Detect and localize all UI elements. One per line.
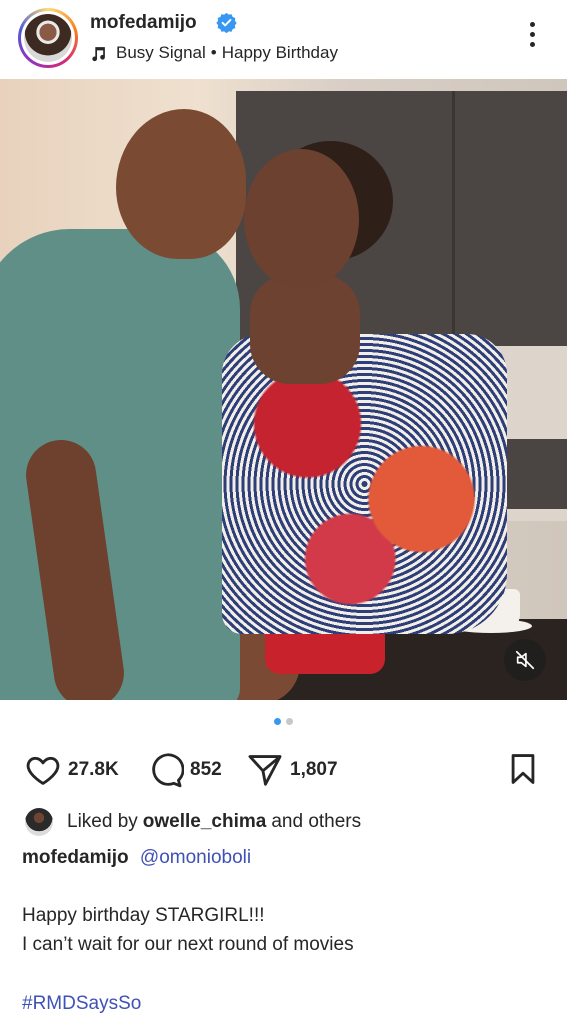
post-image[interactable] bbox=[0, 79, 567, 700]
more-options-icon[interactable] bbox=[522, 22, 542, 54]
liked-by-user[interactable]: owelle_chima bbox=[143, 811, 267, 833]
music-song: Happy Birthday bbox=[221, 43, 338, 62]
post-username[interactable]: mofedamijo bbox=[90, 12, 197, 34]
caption-text-line-1: Happy birthday STARGIRL!!! bbox=[22, 905, 265, 926]
liker-avatar bbox=[25, 808, 53, 836]
like-count: 27.8K bbox=[68, 759, 119, 780]
caption-header: mofedamijo @omonioboli bbox=[22, 847, 251, 869]
post-header: mofedamijo Busy Signal • Happy Birthday bbox=[0, 0, 567, 78]
music-attribution[interactable]: Busy Signal • Happy Birthday bbox=[90, 43, 338, 63]
music-separator: • bbox=[210, 43, 217, 62]
speaker-muted-icon bbox=[515, 650, 535, 670]
woman-figure bbox=[222, 334, 507, 634]
share-count: 1,807 bbox=[290, 759, 338, 780]
carousel-dot-active bbox=[274, 718, 281, 725]
send-icon bbox=[248, 755, 282, 786]
action-bar: 27.8K 852 1,807 bbox=[0, 748, 567, 792]
music-artist: Busy Signal bbox=[116, 43, 206, 62]
share-button[interactable]: 1,807 bbox=[246, 748, 338, 792]
comment-count: 852 bbox=[190, 759, 222, 780]
caption-username[interactable]: mofedamijo bbox=[22, 847, 129, 868]
music-note-icon bbox=[92, 46, 105, 61]
profile-avatar[interactable] bbox=[18, 8, 78, 68]
mute-button[interactable] bbox=[504, 639, 546, 681]
liked-by-prefix: Liked by bbox=[67, 811, 138, 832]
caption-mention[interactable]: @omonioboli bbox=[140, 847, 251, 868]
bookmark-icon[interactable] bbox=[506, 752, 540, 786]
caption-hashtag[interactable]: #RMDSaysSo bbox=[22, 993, 141, 1015]
like-button[interactable]: 27.8K bbox=[24, 748, 119, 792]
profile-photo bbox=[24, 14, 72, 62]
heart-icon bbox=[26, 756, 60, 785]
comment-icon bbox=[152, 753, 184, 788]
carousel-indicator bbox=[0, 718, 567, 726]
caption-text-line-2: I can’t wait for our next round of movie… bbox=[22, 934, 354, 955]
comment-button[interactable]: 852 bbox=[146, 748, 222, 792]
liked-by-row[interactable]: Liked by owelle_chima and others bbox=[25, 808, 361, 836]
verified-badge-icon bbox=[216, 12, 237, 33]
carousel-dot bbox=[286, 718, 293, 725]
liked-by-suffix[interactable]: and others bbox=[271, 811, 361, 833]
